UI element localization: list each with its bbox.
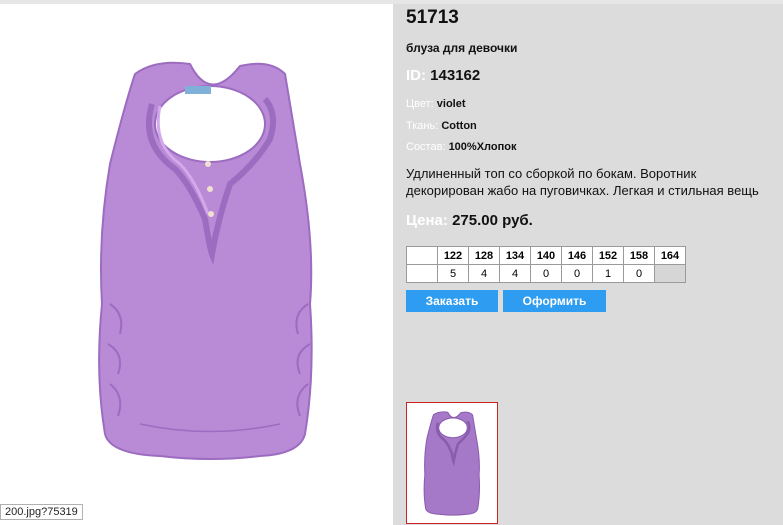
fabric-row: Ткань: Cotton xyxy=(406,120,477,132)
size-header-cell: 122 xyxy=(437,246,469,265)
description-line-1: Удлиненный топ со сборкой по бокам. Воро… xyxy=(406,166,697,181)
size-qty-cell[interactable]: 0 xyxy=(561,264,593,283)
thumbnail-image xyxy=(423,411,480,516)
description-line-2: декорирован жабо на пуговичках. Легкая и… xyxy=(406,183,759,198)
size-header-cell xyxy=(406,246,438,265)
product-info-pane: 51713 блуза для девочки ID: 143162 Цвет:… xyxy=(393,4,783,525)
size-qty-cell xyxy=(406,264,438,283)
composition-value: 100%Хлопок xyxy=(448,141,517,153)
product-id-row: ID: 143162 xyxy=(406,67,480,84)
size-qty-cell xyxy=(654,264,686,283)
size-header-cell: 152 xyxy=(592,246,624,265)
size-header-cell: 140 xyxy=(530,246,562,265)
price-value: 275.00 руб. xyxy=(452,212,533,229)
size-qty-cell[interactable]: 4 xyxy=(468,264,500,283)
product-article-number: 51713 xyxy=(406,7,459,28)
size-header-cell: 158 xyxy=(623,246,655,265)
price-label: Цена: xyxy=(406,212,448,229)
checkout-button[interactable]: Оформить xyxy=(503,290,606,312)
product-main-image[interactable] xyxy=(80,44,340,474)
composition-label: Состав: xyxy=(406,141,446,153)
product-subtitle: блуза для девочки xyxy=(406,41,518,55)
size-qty-cell[interactable]: 5 xyxy=(437,264,469,283)
order-button[interactable]: Заказать xyxy=(406,290,498,312)
size-availability-table: 122 128 134 140 146 152 158 164 5 4 4 0 … xyxy=(406,246,686,283)
size-header-cell: 128 xyxy=(468,246,500,265)
color-row: Цвет: violet xyxy=(406,98,466,110)
id-label: ID: xyxy=(406,67,426,84)
size-header-cell: 164 xyxy=(654,246,686,265)
fabric-value: Cotton xyxy=(441,120,477,132)
size-qty-cell[interactable]: 0 xyxy=(623,264,655,283)
id-value: 143162 xyxy=(430,67,481,84)
size-qty-cell[interactable]: 4 xyxy=(499,264,531,283)
fabric-label: Ткань: xyxy=(406,120,439,132)
size-qty-cell[interactable]: 1 xyxy=(592,264,624,283)
size-header-cell: 134 xyxy=(499,246,531,265)
price-row: Цена: 275.00 руб. xyxy=(406,212,533,229)
product-thumbnail[interactable] xyxy=(406,402,498,524)
image-url-tooltip: 200.jpg?75319 xyxy=(0,504,83,520)
color-label: Цвет: xyxy=(406,98,434,110)
color-value: violet xyxy=(436,98,466,110)
size-header-row: 122 128 134 140 146 152 158 164 xyxy=(406,246,686,265)
size-quantity-row: 5 4 4 0 0 1 0 xyxy=(406,264,686,283)
product-description: Удлиненный топ со сборкой по бокам. Воро… xyxy=(406,165,783,199)
size-header-cell: 146 xyxy=(561,246,593,265)
composition-row: Состав: 100%Хлопок xyxy=(406,141,516,153)
product-image-pane: 200.jpg?75319 xyxy=(0,4,393,525)
size-qty-cell[interactable]: 0 xyxy=(530,264,562,283)
